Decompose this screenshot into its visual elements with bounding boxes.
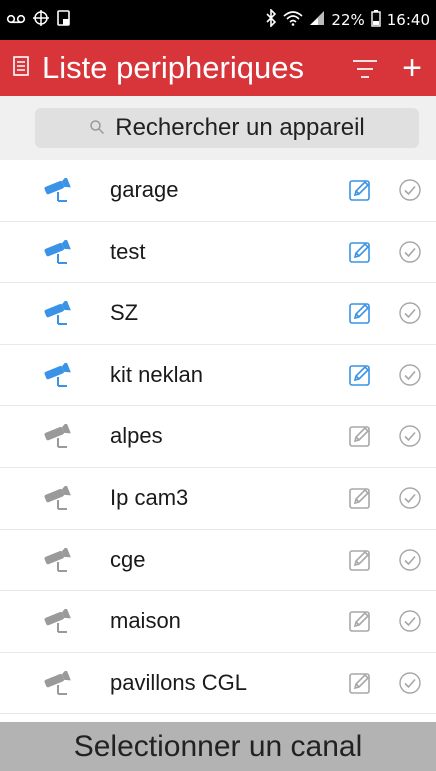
edit-icon[interactable] <box>348 178 372 207</box>
menu-button[interactable] <box>0 40 42 96</box>
device-row[interactable]: pavillons CGL <box>0 653 436 715</box>
status-time: 16:40 <box>386 11 430 29</box>
search-input[interactable]: Rechercher un appareil <box>35 108 419 148</box>
camera-icon <box>42 484 72 517</box>
camera-icon <box>42 299 72 332</box>
check-circle-icon[interactable] <box>398 240 422 269</box>
check-circle-icon[interactable] <box>398 548 422 577</box>
check-circle-icon[interactable] <box>398 671 422 700</box>
battery-level: 22% <box>331 11 365 29</box>
search-bar: Rechercher un appareil <box>0 96 436 160</box>
search-icon <box>89 114 105 142</box>
edit-icon[interactable] <box>348 609 372 638</box>
edit-icon[interactable] <box>348 486 372 515</box>
camera-icon <box>42 669 72 702</box>
add-device-button[interactable]: + <box>388 49 436 88</box>
device-name: pavillons CGL <box>110 669 247 695</box>
bluetooth-icon <box>265 8 277 31</box>
camera-icon <box>42 545 72 579</box>
device-name: cge <box>110 546 146 572</box>
voicemail-icon <box>6 11 26 29</box>
battery-icon <box>371 9 381 31</box>
device-list: garage test SZ kit neklan alpes Ip cam3 cge mai… <box>0 160 436 715</box>
device-name: SZ <box>110 300 139 326</box>
camera-icon <box>42 176 72 209</box>
status-right: 22% 16:40 <box>265 8 430 31</box>
wifi-icon <box>283 10 303 30</box>
check-circle-icon[interactable] <box>398 424 422 453</box>
edit-icon[interactable] <box>348 424 372 453</box>
edit-icon[interactable] <box>348 240 372 269</box>
screenshot-icon <box>56 9 72 31</box>
edit-icon[interactable] <box>348 671 372 700</box>
device-row[interactable]: maison <box>0 591 436 653</box>
list-icon[interactable] <box>352 58 378 85</box>
device-name: garage <box>110 177 179 202</box>
edit-icon[interactable] <box>348 301 372 330</box>
device-row[interactable]: kit neklan <box>0 345 436 407</box>
check-circle-icon[interactable] <box>398 363 422 392</box>
check-circle-icon[interactable] <box>398 609 422 638</box>
edit-icon[interactable] <box>348 548 372 577</box>
select-channel-button[interactable]: Selectionner un canal <box>0 722 436 771</box>
device-name: alpes <box>110 423 163 449</box>
device-row[interactable]: cge <box>0 530 436 592</box>
camera-icon <box>42 361 72 394</box>
device-name: Ip cam3 <box>110 484 189 510</box>
device-row[interactable]: alpes <box>0 406 436 468</box>
device-row[interactable]: test <box>0 222 436 284</box>
edit-icon[interactable] <box>348 363 372 392</box>
device-row[interactable]: Ip cam3 <box>0 468 436 530</box>
device-name: kit neklan <box>110 361 203 387</box>
menu-icon <box>13 55 29 81</box>
camera-icon <box>42 237 72 271</box>
network-icon <box>32 9 50 31</box>
signal-icon <box>309 10 325 30</box>
camera-icon <box>42 607 72 640</box>
device-name: maison <box>110 608 181 634</box>
search-placeholder: Rechercher un appareil <box>115 114 365 141</box>
device-name: test <box>110 238 146 264</box>
device-row[interactable]: SZ <box>0 283 436 345</box>
status-left <box>6 9 72 31</box>
check-circle-icon[interactable] <box>398 301 422 330</box>
status-bar: 22% 16:40 <box>0 0 436 40</box>
device-row[interactable]: garage <box>0 160 436 222</box>
check-circle-icon[interactable] <box>398 486 422 515</box>
camera-icon <box>42 422 72 455</box>
check-circle-icon[interactable] <box>398 178 422 207</box>
page-title: Liste peripheriques <box>42 50 304 85</box>
